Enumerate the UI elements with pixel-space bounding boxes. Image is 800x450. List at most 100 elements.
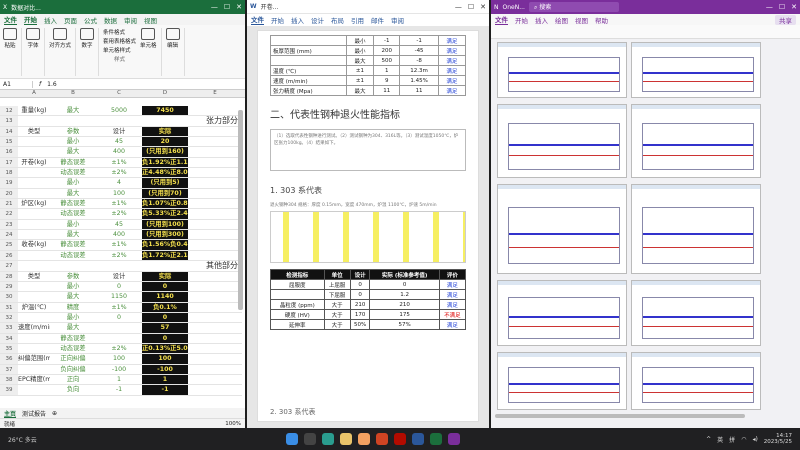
search-icon[interactable]	[304, 433, 316, 445]
cell-param[interactable]: 最小	[50, 137, 96, 146]
table-row[interactable]: 33速度(m/min)最大 57	[0, 323, 242, 334]
editing-group[interactable]: 编辑	[165, 28, 185, 76]
row-number[interactable]: 19	[0, 178, 18, 188]
table-row[interactable]: 31 炉温(℃) 精度 ±1% 负0.1%	[0, 302, 242, 313]
cell-param[interactable]: 正向纠偏	[50, 354, 96, 363]
table-row[interactable]: 36纠偏范围(mm)正向纠偏100100	[0, 354, 242, 365]
cell-actual[interactable]: (只用到70)	[142, 188, 188, 199]
row-number[interactable]: 23	[0, 219, 18, 230]
cell-type[interactable]: 收卷(kg)	[18, 240, 50, 249]
name-box[interactable]: A1	[3, 80, 33, 88]
table-row[interactable]: 14 类型 参数 设计 实际	[0, 126, 242, 138]
adobe-icon[interactable]	[394, 433, 406, 445]
spreadsheet-grid[interactable]: 12 重量(kg) 最大 5000 7450 13 张力部分 14 类型 参数 设计 实际 15 最小 45…	[0, 106, 242, 396]
share-button[interactable]: 共享	[775, 14, 796, 25]
row-number[interactable]: 24	[0, 230, 18, 240]
file-explorer-icon[interactable]	[358, 433, 370, 445]
wifi-icon[interactable]: ◠	[741, 436, 746, 443]
screenshot-thumbnail[interactable]	[497, 184, 627, 274]
row-number[interactable]: 22	[0, 209, 18, 219]
cell-param[interactable]: 最小	[50, 178, 96, 187]
row-number[interactable]: 14	[0, 126, 18, 137]
cell-design[interactable]: 400	[96, 230, 142, 239]
vertical-scrollbar[interactable]	[238, 110, 243, 310]
cell-type[interactable]: 重量(kg)	[18, 106, 50, 115]
row-number[interactable]: 36	[0, 354, 18, 364]
cell-design[interactable]: 4	[96, 178, 142, 187]
table-row[interactable]: 35 动态误差±2%正0.13%正5.01%	[0, 343, 242, 355]
word-taskbar-icon[interactable]	[412, 433, 424, 445]
row-number[interactable]: 25	[0, 240, 18, 250]
minimize-icon[interactable]: —	[455, 3, 462, 11]
cell-actual[interactable]: 实际	[142, 271, 188, 281]
table-row[interactable]: 13 张力部分	[0, 116, 242, 127]
table-row[interactable]: 32 最小 0 0	[0, 312, 242, 324]
cell-type[interactable]	[18, 209, 50, 218]
tab-data[interactable]: 数据	[104, 15, 117, 25]
cell-type[interactable]: 类型	[18, 127, 50, 136]
cell-design[interactable]: 0	[96, 313, 142, 322]
cell-param[interactable]: 负向	[50, 385, 96, 394]
cell-actual[interactable]: 负1.56%负0.47%	[142, 240, 188, 250]
cell-type[interactable]	[18, 230, 50, 239]
table-row[interactable]: 19 最小 4 (只用到5)	[0, 178, 242, 189]
cell-design[interactable]: 5000	[96, 106, 142, 115]
row-number[interactable]: 13	[0, 116, 18, 126]
paste-group[interactable]: 粘贴	[3, 28, 22, 76]
table-row[interactable]: 25收卷(kg)静态误差±1%负1.56%负0.47%	[0, 240, 242, 251]
cell-type[interactable]	[18, 334, 50, 343]
cell-type[interactable]	[18, 178, 50, 187]
cell-type[interactable]	[18, 137, 50, 146]
conditional-format-button[interactable]: 条件格式	[103, 28, 136, 36]
cell-type[interactable]: 类型	[18, 272, 50, 281]
edge-icon[interactable]	[322, 433, 334, 445]
cell-design[interactable]: ±2%	[96, 344, 142, 353]
table-row[interactable]: 12 重量(kg) 最大 5000 7450	[0, 106, 242, 117]
cell-param[interactable]: 最大	[50, 230, 96, 239]
screenshot-thumbnail[interactable]	[631, 352, 761, 410]
row-number[interactable]: 30	[0, 292, 18, 302]
cell-actual[interactable]: 负1.92%正1.13%	[142, 157, 188, 168]
cell-type[interactable]: EPC精度(mm)	[18, 375, 50, 384]
cell-actual[interactable]: 0	[142, 333, 188, 343]
cell-actual[interactable]: 0	[142, 312, 188, 323]
tab-insert[interactable]: 插入	[44, 15, 57, 25]
row-number[interactable]: 20	[0, 188, 18, 199]
table-row[interactable]: 20 最大 100 (只用到70)	[0, 188, 242, 200]
cell-design[interactable]: ±2%	[96, 251, 142, 260]
tab-review[interactable]: 审阅	[391, 15, 404, 25]
cell-actual[interactable]: 实际	[142, 126, 188, 137]
table-row[interactable]: 18 动态误差±2%正4.48%正8.06%	[0, 168, 242, 179]
cells-group[interactable]: 单元格	[140, 28, 162, 76]
cell-actual[interactable]: 负1.72%正2.14%	[142, 250, 188, 261]
table-row[interactable]: 27 其他部分	[0, 261, 242, 272]
cell-param[interactable]: 最大	[50, 323, 96, 332]
cell-param[interactable]: 静态误差	[50, 334, 96, 343]
cell-param[interactable]: 静态误差	[50, 240, 96, 249]
cell-actual[interactable]: (只用到160)	[142, 147, 188, 157]
tab-file[interactable]: 文件	[495, 14, 508, 25]
row-number[interactable]: 38	[0, 374, 18, 385]
cell-actual[interactable]: (只用到5)	[142, 178, 188, 188]
cell-type[interactable]: 速度(m/min)	[18, 323, 50, 332]
sheet-tab-main[interactable]: 主页	[4, 409, 16, 418]
chevron-up-icon[interactable]: ^	[706, 436, 711, 443]
cell-actual[interactable]: 100	[142, 354, 188, 364]
row-number[interactable]: 18	[0, 168, 18, 178]
screenshot-thumbnail[interactable]	[497, 280, 627, 346]
table-row[interactable]: 37 负向纠偏 -100 -100	[0, 364, 242, 375]
cell-actual[interactable]: -1	[142, 385, 188, 395]
cell-design[interactable]: 设计	[96, 127, 142, 136]
tab-mailings[interactable]: 邮件	[371, 15, 384, 25]
maximize-icon[interactable]: ☐	[468, 3, 474, 11]
screenshot-thumbnail[interactable]	[497, 352, 627, 410]
tab-insert[interactable]: 插入	[291, 15, 304, 25]
tab-view[interactable]: 视图	[144, 15, 157, 25]
maximize-icon[interactable]: ☐	[779, 3, 785, 11]
table-row[interactable]: 34 静态误差 0	[0, 333, 242, 344]
col-a[interactable]: A	[18, 90, 50, 97]
weather-widget[interactable]: 26°C 多云	[8, 435, 37, 444]
volume-icon[interactable]: ◂)	[752, 436, 757, 443]
cell-actual[interactable]: (只用到300)	[142, 230, 188, 240]
row-number[interactable]: 26	[0, 250, 18, 261]
